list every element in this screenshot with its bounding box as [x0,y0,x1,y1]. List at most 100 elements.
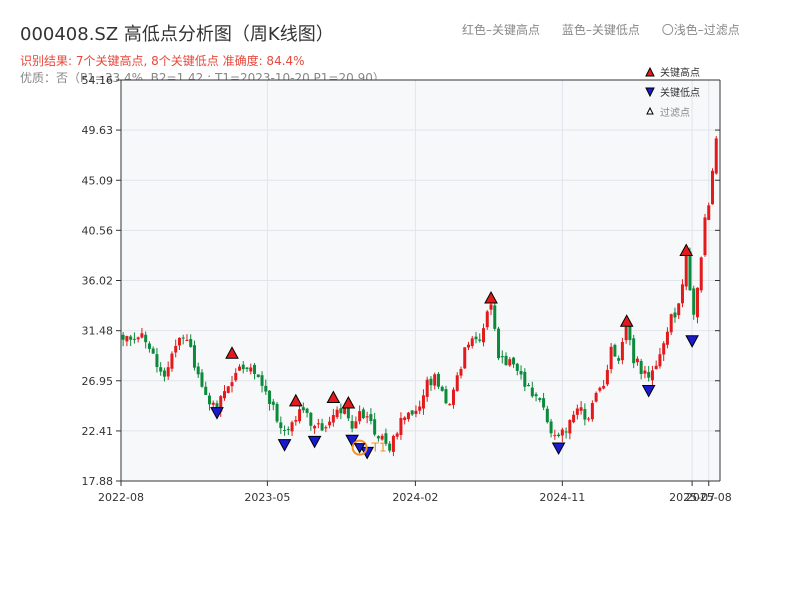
candle-body [433,374,437,386]
candle-body [196,366,200,375]
candle-body [260,375,264,386]
candle-body [358,411,362,422]
candle-body [579,407,583,411]
candle-body [331,415,335,423]
candle-body [140,333,144,338]
candle-body [527,385,531,387]
candle-body [249,367,253,372]
candle-body [710,170,714,205]
candle-body [684,253,688,287]
candle-body [560,429,564,436]
candle-body [290,422,294,432]
candle-body [680,284,684,304]
candle-body [129,336,133,340]
candle-body [271,401,275,405]
candle-body [485,311,489,328]
candle-body [324,427,328,429]
candle-body [159,367,163,372]
candle-body [620,341,624,361]
candle-body [421,395,425,409]
candle-body [253,364,257,374]
candle-body [466,344,470,348]
candle-body [399,418,403,435]
candle-body [515,363,519,371]
legend-low-label: 关键低点 [660,86,700,99]
legend-high-label: 关键高点 [660,66,700,79]
candle-body [410,410,414,415]
candle-body [425,379,429,397]
y-tick-label: 54.16 [82,74,114,87]
candle-body [643,370,647,374]
candle-body [654,365,658,370]
candle-body [557,434,561,437]
candle-body [328,421,332,426]
candle-body [545,408,549,423]
candle-body [320,423,324,431]
y-tick-label: 49.63 [82,124,114,137]
candle-body [177,337,181,346]
candle-body [699,257,703,291]
candle-body [241,364,245,370]
candle-body [500,356,504,358]
candle-body [245,367,249,369]
candle-body [354,421,358,429]
candle-body [136,337,140,340]
y-tick-label: 31.48 [82,325,114,338]
candle-body [692,288,696,315]
candle-body [147,343,151,349]
kline-chart: T1 17.88 22.41 26.95 31.48 36.02 40.56 45.09 49… [82,66,732,504]
candle-body [305,408,309,413]
candle-body [617,358,621,361]
candle-body [632,338,636,364]
candle-body [677,303,681,316]
candle-body [602,385,606,389]
candle-body [628,325,632,341]
candle-body [144,334,148,343]
candle-body [155,354,159,368]
candle-body [309,412,313,426]
candle-body [673,312,677,318]
candle-body [549,421,553,434]
candle-body [376,436,380,439]
candle-body [166,367,170,377]
candle-body [121,334,125,340]
candle-body [373,419,377,435]
x-tick-label: 2024-11 [539,491,585,504]
candle-body [688,251,692,291]
candle-body [451,389,455,405]
candle-body [444,389,448,404]
candle-body [275,403,279,422]
candle-body [564,431,568,433]
candle-body [414,410,418,414]
candle-body [534,394,538,397]
candle-body [669,314,673,333]
candle-body [365,416,369,418]
legend-high-icon [645,66,655,77]
candle-body [204,386,208,395]
candle-body [316,423,320,425]
candle-body [429,378,433,386]
candle-body [346,407,350,419]
t1-label: T1 [371,441,387,455]
candle-body [350,420,354,429]
candle-body [391,435,395,452]
y-tick-label: 26.95 [82,375,114,388]
candle-body [703,217,707,256]
candle-body [234,372,238,381]
candle-body [403,417,407,421]
candle-body [605,369,609,385]
candle-body [594,392,598,402]
candle-body [339,408,343,414]
candle-body [335,409,339,418]
y-tick-label: 22.41 [82,425,114,438]
legend-filter-label: 过滤点 [660,106,690,119]
y-tick-label: 17.88 [82,475,114,488]
candle-body [222,391,226,399]
candle-body [478,339,482,341]
candle-body [132,338,136,340]
candle-body [523,371,527,387]
candle-body [298,409,302,422]
candle-body [635,358,639,363]
candle-body [647,372,651,378]
candle-body [650,370,654,381]
